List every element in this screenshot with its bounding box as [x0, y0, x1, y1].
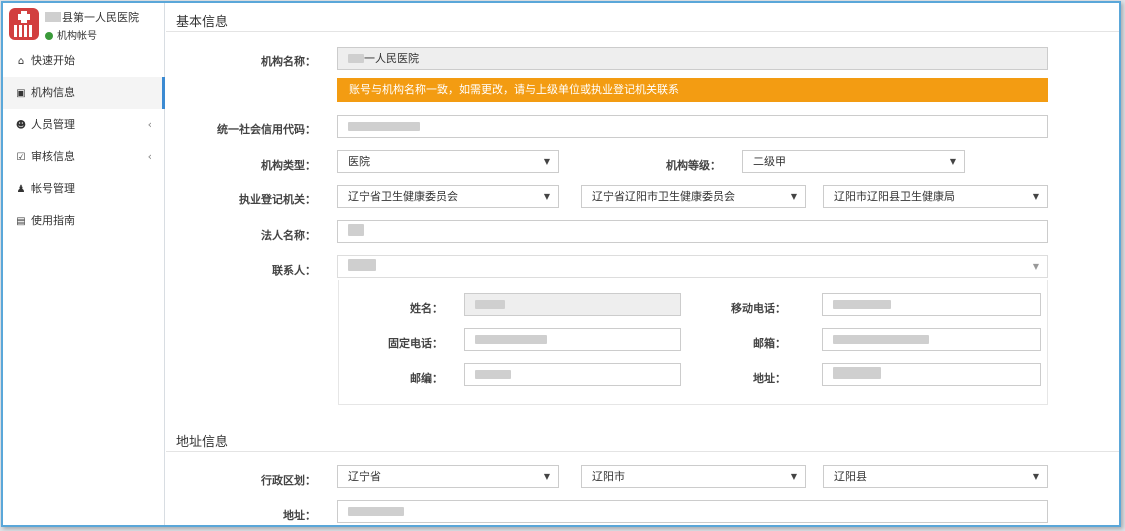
address-input[interactable]	[337, 500, 1048, 523]
registrar-city-select[interactable]: 辽宁省辽阳市卫生健康委员会 ▼	[581, 185, 806, 208]
building-icon: ▣	[16, 88, 26, 99]
chevron-left-icon: ‹	[147, 118, 152, 131]
zip-label: 邮编：	[410, 372, 443, 385]
dropdown-caret-icon: ▼	[543, 472, 550, 481]
warning-banner: 账号与机构名称一致，如需更改，请与上级单位或执业登记机关联系	[337, 78, 1048, 102]
address-label: 地址：	[283, 509, 316, 522]
user-icon: ♟	[16, 184, 26, 195]
dropdown-caret-icon: ▼	[790, 192, 797, 201]
org-level-select[interactable]: 二级甲 ▼	[742, 150, 965, 173]
org-name-label: 机构名称：	[261, 55, 316, 68]
registrar-county-select[interactable]: 辽阳市辽阳县卫生健康局 ▼	[823, 185, 1048, 208]
dropdown-caret-icon: ▼	[949, 157, 956, 166]
app-window: 县第一人民医院 机构帐号 ⌂ 快速开始 ▣ 机构信息 ☻ 人员管理 ‹ ☑ 审核信息 ‹ ♟…	[1, 1, 1121, 527]
mobile-input[interactable]	[822, 293, 1041, 316]
email-input[interactable]	[822, 328, 1041, 351]
book-icon: ▤	[16, 216, 26, 227]
dropdown-caret-icon: ▼	[1032, 472, 1039, 481]
org-name: 县第一人民医院	[45, 9, 139, 25]
mobile-label: 移动电话：	[731, 302, 786, 315]
region-label: 行政区划：	[261, 474, 316, 487]
dropdown-caret-icon: ▼	[790, 472, 797, 481]
phone-label: 固定电话：	[388, 337, 443, 350]
section-title-basic: 基本信息	[176, 15, 229, 30]
account-status: 机构帐号	[45, 27, 97, 42]
sidebar-item-quick-start[interactable]: ⌂ 快速开始	[3, 45, 164, 77]
org-type-select[interactable]: 医院 ▼	[337, 150, 559, 173]
contact-address-input[interactable]	[822, 363, 1041, 386]
edit-check-icon: ☑	[16, 152, 26, 163]
online-status-icon	[45, 32, 53, 40]
section-title-address: 地址信息	[176, 435, 229, 450]
org-level-label: 机构等级：	[666, 159, 721, 172]
chevron-left-icon: ‹	[147, 150, 152, 163]
region-county-select[interactable]: 辽阳县 ▼	[823, 465, 1048, 488]
dropdown-caret-icon: ▼	[1032, 192, 1039, 201]
contact-select[interactable]: ▼	[337, 255, 1048, 278]
credit-code-label: 统一社会信用代码：	[217, 123, 316, 136]
email-label: 邮箱：	[753, 337, 786, 350]
region-province-select[interactable]: 辽宁省 ▼	[337, 465, 559, 488]
sidebar-item-review-info[interactable]: ☑ 审核信息 ‹	[3, 141, 164, 173]
sidebar: 县第一人民医院 机构帐号 ⌂ 快速开始 ▣ 机构信息 ☻ 人员管理 ‹ ☑ 审核信息 ‹ ♟…	[3, 3, 165, 525]
section-divider	[166, 31, 1119, 32]
contact-name-field[interactable]	[464, 293, 681, 316]
credit-code-input[interactable]	[337, 115, 1048, 138]
region-city-select[interactable]: 辽阳市 ▼	[581, 465, 806, 488]
dropdown-caret-icon: ▼	[1032, 262, 1039, 271]
contact-name-label: 姓名：	[410, 302, 443, 315]
sidebar-item-account-management[interactable]: ♟ 帐号管理	[3, 173, 164, 205]
home-icon: ⌂	[17, 56, 25, 67]
org-name-field[interactable]: 一人民医院	[337, 47, 1048, 70]
contact-label: 联系人：	[272, 264, 316, 277]
legal-person-input[interactable]	[337, 220, 1048, 243]
org-type-label: 机构类型：	[261, 159, 316, 172]
sidebar-item-org-info[interactable]: ▣ 机构信息	[3, 77, 165, 109]
contact-address-label: 地址：	[753, 372, 786, 385]
registrar-province-select[interactable]: 辽宁省卫生健康委员会 ▼	[337, 185, 559, 208]
sidebar-item-staff-management[interactable]: ☻ 人员管理 ‹	[3, 109, 164, 141]
section-divider	[166, 451, 1119, 452]
hospital-logo-icon	[9, 8, 39, 40]
dropdown-caret-icon: ▼	[543, 157, 550, 166]
main-content: 基本信息 机构名称： 一人民医院 账号与机构名称一致，如需更改，请与上级单位或执…	[166, 3, 1119, 525]
sidebar-header: 县第一人民医院 机构帐号	[3, 3, 164, 45]
legal-person-label: 法人名称：	[261, 229, 316, 242]
users-icon: ☻	[15, 120, 27, 131]
sidebar-item-user-guide[interactable]: ▤ 使用指南	[3, 205, 164, 237]
registrar-label: 执业登记机关：	[239, 193, 316, 206]
zip-input[interactable]	[464, 363, 681, 386]
phone-input[interactable]	[464, 328, 681, 351]
dropdown-caret-icon: ▼	[543, 192, 550, 201]
